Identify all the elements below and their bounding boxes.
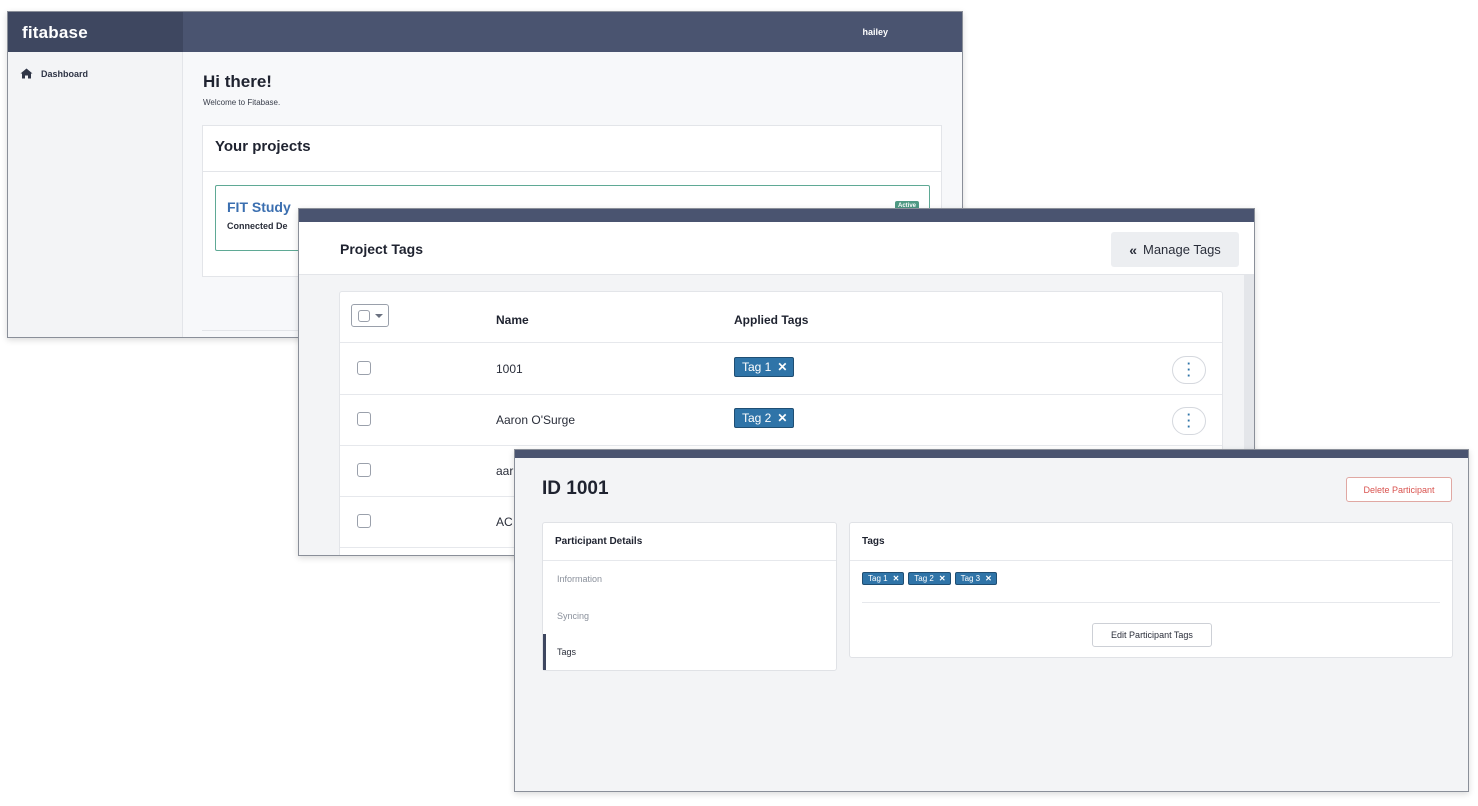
project-name-link[interactable]: FIT Study (227, 199, 291, 215)
page-title: Hi there! (203, 72, 272, 91)
column-header-applied-tags: Applied Tags (734, 313, 809, 327)
tag-chip: Tag 1 ✕ (734, 357, 795, 377)
tag-label: Tag 2 (742, 411, 772, 425)
manage-tags-label: Manage Tags (1142, 242, 1221, 257)
row-menu-button[interactable]: · · · (1172, 356, 1206, 384)
participant-name: AC (496, 515, 513, 529)
remove-tag-icon[interactable]: ✕ (777, 360, 787, 374)
participant-name: aar (496, 464, 514, 478)
active-indicator (543, 634, 546, 670)
row-menu-button[interactable]: · · · (1172, 407, 1206, 435)
page-title: ID 1001 (542, 478, 609, 499)
tag-label: Tag 1 (742, 360, 772, 374)
panel-title: Tags (862, 536, 885, 547)
panel-title: Participant Details (555, 536, 643, 547)
table-row[interactable]: Aaron O'Surge Tag 2 ✕ · · · (340, 395, 1222, 446)
top-navbar: fitabase hailey (8, 12, 962, 52)
tag-chip: Tag 2 ✕ (734, 408, 795, 428)
divider (862, 602, 1440, 603)
welcome-text: Welcome to Fitabase. (203, 98, 281, 107)
tag-chip: Tag 2 ✕ (908, 572, 951, 585)
row-checkbox[interactable] (357, 463, 371, 477)
tag-label: Tag 3 (960, 574, 981, 583)
column-header-name: Name (496, 313, 529, 327)
sidebar: Dashboard (8, 52, 183, 337)
kebab-icon: · · · (1186, 407, 1192, 434)
remove-tag-icon[interactable]: ✕ (939, 574, 946, 583)
page-title: Project Tags (340, 241, 423, 257)
select-all-checkbox[interactable] (358, 310, 370, 322)
participant-name: Aaron O'Surge (496, 413, 576, 427)
menu-item-information[interactable]: Information (557, 574, 602, 584)
sidebar-item-label: Dashboard (41, 68, 89, 79)
select-all-dropdown[interactable] (351, 304, 389, 327)
row-checkbox[interactable] (357, 361, 371, 375)
edit-participant-tags-button[interactable]: Edit Participant Tags (1092, 623, 1212, 647)
top-navbar (515, 450, 1468, 458)
row-checkbox[interactable] (357, 514, 371, 528)
projects-title: Your projects (215, 138, 311, 155)
caret-down-icon (375, 314, 383, 318)
menu-item-syncing[interactable]: Syncing (557, 611, 589, 621)
row-checkbox[interactable] (357, 412, 371, 426)
table-row[interactable]: 1001 Tag 1 ✕ · · · (340, 344, 1222, 395)
tag-label: Tag 2 (914, 574, 934, 583)
top-navbar (299, 209, 1254, 222)
remove-tag-icon[interactable]: ✕ (893, 574, 900, 583)
tag-label: Tag 1 (868, 574, 888, 583)
tag-list: Tag 1 ✕ Tag 2 ✕ Tag 3 ✕ (862, 572, 997, 585)
tag-chip: Tag 3 ✕ (954, 572, 997, 585)
sidebar-item-dashboard[interactable]: Dashboard (20, 68, 88, 79)
participant-details-panel: Participant Details Information Syncing … (542, 522, 837, 671)
page-header: Project Tags « Manage Tags (299, 222, 1254, 275)
double-chevron-left-icon: « (1129, 241, 1137, 258)
divider (850, 560, 1452, 561)
remove-tag-icon[interactable]: ✕ (777, 411, 787, 425)
participant-window: ID 1001 Delete Participant Participant D… (514, 449, 1469, 792)
tags-panel: Tags Tag 1 ✕ Tag 2 ✕ Tag 3 ✕ Edit Partic… (849, 522, 1453, 658)
user-menu[interactable]: hailey (862, 27, 888, 37)
tag-chip: Tag 1 ✕ (862, 572, 905, 585)
divider (543, 560, 836, 561)
manage-tags-button[interactable]: « Manage Tags (1111, 232, 1239, 267)
project-subtitle: Connected De (227, 221, 288, 231)
brand-logo[interactable]: fitabase (8, 12, 183, 52)
menu-item-tags[interactable]: Tags (557, 647, 576, 657)
remove-tag-icon[interactable]: ✕ (985, 574, 992, 583)
delete-participant-button[interactable]: Delete Participant (1346, 477, 1452, 502)
home-icon (20, 68, 33, 79)
participant-name: 1001 (496, 362, 523, 376)
kebab-icon: · · · (1186, 356, 1192, 383)
divider (203, 171, 941, 172)
table-header-row: Name Applied Tags (340, 292, 1222, 343)
